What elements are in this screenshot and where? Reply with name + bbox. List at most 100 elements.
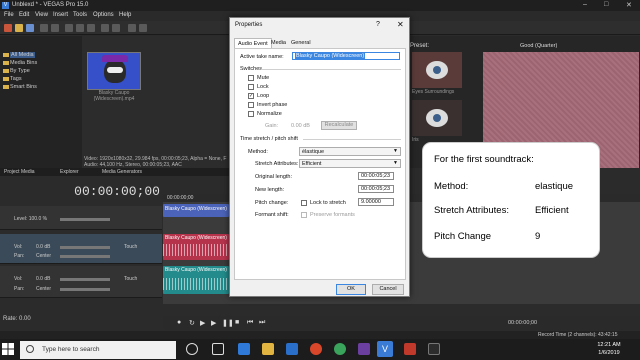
paste-icon[interactable] [87, 24, 95, 32]
properties-icon[interactable] [51, 24, 59, 32]
tab-media[interactable]: Media [268, 38, 289, 48]
touch-label[interactable]: Touch [124, 244, 137, 250]
original-length-field[interactable]: 00:00:05;23 [358, 172, 394, 180]
edge-icon[interactable] [238, 343, 250, 355]
minimize-icon[interactable]: – [583, 1, 587, 8]
record-icon[interactable]: ● [177, 319, 181, 326]
menu-edit[interactable]: Edit [19, 12, 29, 18]
play-icon[interactable]: ▶ [211, 319, 216, 327]
level-slider[interactable] [60, 218, 110, 221]
tree-all-media[interactable]: All Media [10, 52, 35, 58]
active-take-field[interactable]: Blasky Caupo (Widescreen) [292, 52, 400, 60]
video-clip[interactable]: Blasky Caupo (Widescreen) [163, 204, 229, 217]
menu-insert[interactable]: Insert [53, 12, 68, 18]
file-explorer-icon[interactable] [262, 343, 274, 355]
windows-start-icon[interactable] [2, 343, 14, 355]
tab-explorer[interactable]: Explorer [60, 169, 79, 175]
cortana-icon[interactable] [186, 343, 198, 355]
lock-to-stretch-label: Lock to stretch [310, 200, 346, 206]
vol-value: 0.0 dB [36, 244, 51, 250]
pan-slider[interactable] [60, 288, 110, 291]
vegas-taskbar-icon[interactable]: V [377, 341, 393, 357]
close-icon[interactable]: ✕ [626, 1, 632, 9]
tree-tags[interactable]: Tags [10, 76, 22, 82]
taskbar-search[interactable]: Type here to search [20, 341, 176, 359]
redo-icon[interactable] [112, 24, 120, 32]
folder-icon [3, 53, 9, 57]
new-length-field[interactable]: 00:00:05;23 [358, 185, 394, 193]
pause-icon[interactable]: ❚❚ [222, 319, 234, 327]
dialog-close-icon[interactable]: ✕ [397, 20, 404, 29]
preset-thumbnail[interactable] [412, 52, 462, 88]
method-dropdown[interactable]: élastique ▼ [299, 147, 401, 156]
touch-label[interactable]: Touch [124, 276, 137, 282]
gain-label: Gain: [265, 123, 279, 129]
stop-icon[interactable]: ■ [235, 319, 239, 326]
mute-checkbox[interactable] [248, 75, 254, 81]
tree-media-bins[interactable]: Media Bins [10, 60, 37, 66]
audio-clip[interactable]: Blasky Caupo (Widescreen) [163, 234, 229, 260]
audio-track-header[interactable]: Vol: 0.0 dB Touch Pan: Center [0, 266, 162, 298]
go-start-icon[interactable]: ⏮ [247, 319, 253, 327]
loop-checkbox[interactable]: ✓ [248, 93, 254, 99]
audio-waveform [163, 278, 229, 290]
preserve-formants-checkbox[interactable] [301, 212, 307, 218]
play-from-start-icon[interactable]: ▶ [200, 319, 205, 327]
pitch-change-field[interactable]: 9.00000 [358, 198, 394, 206]
stretch-attributes-dropdown[interactable]: Efficient ▼ [299, 159, 401, 168]
tab-general[interactable]: General [288, 38, 314, 48]
tab-project-media[interactable]: Project Media [4, 169, 35, 175]
chrome-icon[interactable] [310, 343, 322, 355]
go-end-icon[interactable]: ⏭ [259, 319, 265, 327]
tree-by-type[interactable]: By Type [10, 68, 30, 74]
tab-media-generators[interactable]: Media Generators [102, 169, 142, 175]
pan-slider[interactable] [60, 255, 110, 258]
menu-tools[interactable]: Tools [73, 12, 87, 18]
invert-phase-checkbox[interactable] [248, 102, 254, 108]
render-icon[interactable] [40, 24, 48, 32]
video-track-header[interactable]: Level: 100.0 % [0, 206, 162, 230]
volume-slider[interactable] [60, 278, 110, 281]
tree-smart-bins[interactable]: Smart Bins [10, 84, 37, 90]
save-icon[interactable] [26, 24, 34, 32]
tab-audio-event[interactable]: Audio Event [234, 38, 272, 48]
invert-phase-label: Invert phase [257, 102, 288, 108]
new-project-icon[interactable] [4, 24, 12, 32]
maximize-icon[interactable]: □ [604, 1, 608, 8]
preset-caption: Iris [412, 137, 419, 143]
app-icon[interactable] [334, 343, 346, 355]
menu-file[interactable]: File [4, 12, 14, 18]
lock-checkbox[interactable] [248, 84, 254, 90]
cancel-button[interactable]: Cancel [372, 284, 404, 295]
open-icon[interactable] [15, 24, 23, 32]
store-icon[interactable] [286, 343, 298, 355]
loop-icon[interactable]: ↻ [189, 319, 195, 327]
cut-icon[interactable] [65, 24, 73, 32]
app-icon[interactable] [358, 343, 370, 355]
auto-ripple-icon[interactable] [139, 24, 147, 32]
menu-view[interactable]: View [35, 12, 48, 18]
ok-button[interactable]: OK [336, 284, 366, 295]
menu-help[interactable]: Help [119, 12, 131, 18]
app-icon[interactable] [404, 343, 416, 355]
audio-track-header[interactable]: Vol: 0.0 dB Touch Pan: Center [0, 234, 162, 264]
media-thumbnail[interactable] [87, 52, 141, 90]
method-value: élastique [302, 149, 325, 155]
task-view-icon[interactable] [212, 343, 224, 355]
snap-icon[interactable] [128, 24, 136, 32]
normalize-checkbox[interactable] [248, 111, 254, 117]
menu-options[interactable]: Options [93, 12, 114, 18]
preset-thumbnail[interactable] [412, 100, 462, 136]
properties-dialog: Properties ? ✕ Audio Event Media General… [229, 17, 410, 297]
preview-quality-select[interactable]: Good (Quarter) [520, 43, 557, 49]
app-icon[interactable] [428, 343, 440, 355]
audio-clip[interactable]: Blasky Caupo (Widescreen) [163, 266, 229, 294]
copy-icon[interactable] [76, 24, 84, 32]
system-clock[interactable]: 12:21 AM 1/6/2019 [589, 341, 629, 357]
volume-slider[interactable] [60, 246, 110, 249]
recalculate-button[interactable]: Recalculate [321, 121, 357, 130]
help-icon[interactable]: ? [376, 21, 380, 28]
undo-icon[interactable] [101, 24, 109, 32]
new-length-label: New length: [255, 187, 285, 193]
lock-to-stretch-checkbox[interactable] [301, 200, 307, 206]
